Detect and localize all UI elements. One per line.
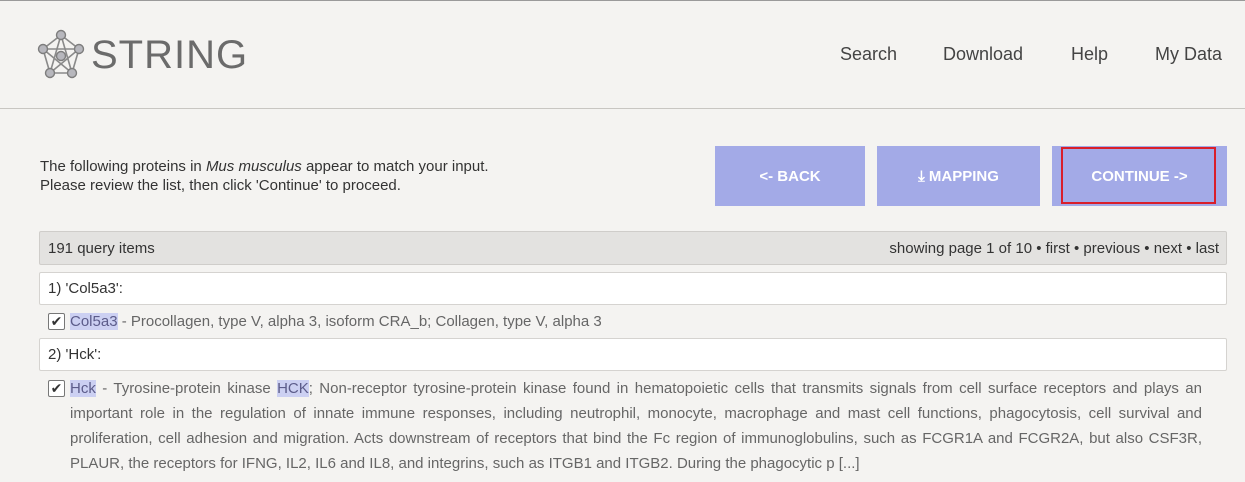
page-next-link[interactable]: next [1154, 240, 1182, 257]
continue-button[interactable]: CONTINUE -> [1052, 146, 1227, 206]
query-count: 191 query items [48, 239, 155, 257]
network-logo-icon [37, 29, 85, 79]
query-header-2: 2) 'Hck': [39, 338, 1227, 371]
match-item-2: Hck - Tyrosine-protein kinase HCK; Non-r… [70, 380, 1202, 472]
site-header: STRING Search Download Help My Data [0, 1, 1245, 109]
logo-text: STRING [91, 32, 249, 77]
page-last-link[interactable]: last [1196, 240, 1219, 257]
nav-help[interactable]: Help [1071, 44, 1108, 65]
back-button[interactable]: <- BACK [715, 146, 865, 206]
query-header-1: 1) 'Col5a3': [39, 272, 1227, 305]
protein-name-highlight: Col5a3 [70, 313, 118, 330]
list-header-bar: 191 query items showing page 1 of 10 • f… [39, 231, 1227, 265]
intro-line-2: Please review the list, then click 'Cont… [40, 177, 401, 194]
mapping-button[interactable]: ⤓ MAPPING [877, 146, 1040, 206]
protein-name-highlight: Hck [70, 380, 96, 397]
match-checkbox-2[interactable]: ✔ [48, 380, 65, 397]
match-item-1: Col5a3 - Procollagen, type V, alpha 3, i… [70, 309, 602, 334]
nav-my-data[interactable]: My Data [1155, 44, 1222, 65]
protein-name-highlight: HCK [277, 380, 309, 397]
string-logo[interactable]: STRING [35, 29, 248, 81]
intro-text: The following proteins in Mus musculus a… [40, 157, 489, 195]
nav-search[interactable]: Search [840, 44, 897, 65]
nav-download[interactable]: Download [943, 44, 1023, 65]
page-first-link[interactable]: first [1046, 240, 1070, 257]
organism-name: Mus musculus [205, 158, 302, 175]
intro-line-1: The following proteins in Mus musculus a… [40, 158, 489, 175]
protein-description: - Procollagen, type V, alpha 3, isoform … [117, 313, 602, 330]
match-checkbox-1[interactable]: ✔ [48, 313, 65, 330]
page-previous-link[interactable]: previous [1083, 240, 1140, 257]
page-info: showing page 1 of 10 [889, 239, 1033, 257]
pagination: showing page 1 of 10 • first • previous … [889, 239, 1219, 257]
